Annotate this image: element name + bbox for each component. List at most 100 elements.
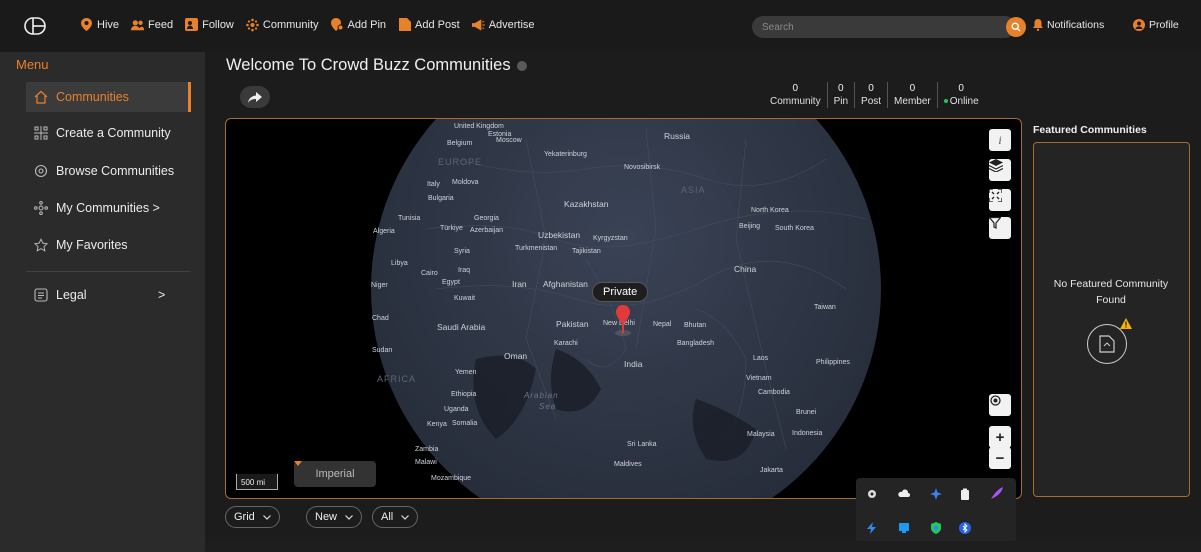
profile-link[interactable]: Profile bbox=[1133, 19, 1179, 31]
info-icon[interactable] bbox=[516, 60, 527, 71]
nav-community-label: Community bbox=[262, 18, 319, 31]
map-label: Kenya bbox=[427, 421, 447, 428]
notifications-link[interactable]: Notifications bbox=[1033, 19, 1104, 31]
lightning-tray-icon[interactable] bbox=[866, 522, 878, 534]
map-label: Nepal bbox=[653, 321, 672, 328]
online-status-icon bbox=[943, 99, 948, 104]
map-label: Karachi bbox=[554, 340, 578, 347]
bluetooth-tray-icon[interactable] bbox=[959, 522, 971, 534]
monitor-tray-icon[interactable] bbox=[898, 522, 910, 534]
plus-icon: + bbox=[995, 428, 1005, 446]
map-pin-marker[interactable] bbox=[615, 305, 631, 337]
sidebar-item-label: Create a Community bbox=[56, 126, 171, 140]
map-label: AFRICA bbox=[377, 374, 417, 384]
browse-icon bbox=[34, 164, 48, 178]
star-icon bbox=[34, 238, 48, 252]
type-select[interactable]: All bbox=[372, 506, 419, 528]
clipboard-tray-icon[interactable] bbox=[959, 488, 971, 500]
share-icon bbox=[248, 91, 262, 103]
map-label: ASIA bbox=[681, 185, 706, 195]
map-layers-button[interactable] bbox=[989, 159, 1011, 181]
nav-follow[interactable]: Follow bbox=[185, 18, 234, 31]
map-label: Vietnam bbox=[746, 375, 772, 382]
unit-select[interactable]: Imperial bbox=[294, 461, 376, 487]
nav-add-post[interactable]: Add Post bbox=[398, 18, 460, 31]
page-title-text: Welcome To Crowd Buzz Communities bbox=[226, 56, 511, 74]
add-post-icon bbox=[398, 18, 411, 31]
map-zoom-out-button[interactable]: − bbox=[989, 447, 1011, 469]
bottom-strip bbox=[205, 541, 1201, 552]
sidebar-item-my-communities[interactable]: My Communities > bbox=[26, 193, 191, 223]
map-locate-button[interactable] bbox=[989, 394, 1011, 416]
map-label: Afghanistan bbox=[543, 279, 588, 289]
sidebar-item-label: My Communities > bbox=[56, 201, 160, 215]
map-label: Saudi Arabia bbox=[437, 322, 486, 332]
map-label: Uzbekistan bbox=[538, 230, 581, 240]
share-button[interactable] bbox=[240, 86, 270, 108]
sidebar-item-label: Browse Communities bbox=[56, 164, 175, 178]
app-logo[interactable] bbox=[24, 17, 46, 35]
nav-add-pin[interactable]: Add Pin bbox=[331, 18, 386, 31]
stat-community: 0 Community bbox=[764, 82, 828, 108]
nav-feed-label: Feed bbox=[148, 18, 174, 31]
nav-community[interactable]: Community bbox=[246, 18, 319, 31]
search-button[interactable] bbox=[1006, 17, 1026, 37]
sort-select[interactable]: New bbox=[306, 506, 363, 528]
sidebar-title: Menu bbox=[16, 57, 49, 72]
map-label: China bbox=[734, 264, 757, 274]
nav-advertise[interactable]: Advertise bbox=[471, 18, 535, 31]
map-info-button[interactable]: i bbox=[989, 129, 1011, 151]
chevron-down-icon bbox=[401, 514, 410, 520]
sidebar-item-create-community[interactable]: Create a Community bbox=[26, 118, 191, 148]
sidebar: Menu Communities Create a Community Brow… bbox=[0, 52, 205, 552]
map-label: Belgium bbox=[447, 140, 473, 147]
map-zoom-in-button[interactable]: + bbox=[989, 426, 1011, 448]
sidebar-item-label: Communities bbox=[56, 90, 129, 104]
settings-tray-icon[interactable] bbox=[866, 488, 878, 500]
nav-advertise-label: Advertise bbox=[488, 18, 535, 31]
follow-icon bbox=[185, 18, 199, 31]
map-label: Azerbaijan bbox=[470, 227, 504, 234]
profile-label: Profile bbox=[1149, 19, 1179, 31]
sidebar-item-browse-communities[interactable]: Browse Communities bbox=[26, 156, 191, 186]
search-input[interactable] bbox=[752, 16, 1016, 38]
map-fullscreen-button[interactable] bbox=[989, 189, 1011, 211]
map-label: South Korea bbox=[775, 225, 814, 232]
main-nav: Hive Feed Follow Community Add Pin Add P… bbox=[80, 18, 535, 31]
nav-hive[interactable]: Hive bbox=[80, 18, 119, 31]
map-filter-button[interactable] bbox=[989, 217, 1011, 239]
map-label: Oman bbox=[504, 351, 528, 361]
bell-icon bbox=[1033, 19, 1043, 31]
minus-icon: − bbox=[995, 449, 1005, 467]
search-icon bbox=[1011, 22, 1021, 32]
cloud-tray-icon[interactable] bbox=[898, 488, 910, 500]
map-label: India bbox=[624, 359, 643, 369]
map-pin-icon bbox=[80, 18, 93, 31]
shield-tray-icon[interactable] bbox=[930, 522, 942, 534]
community-map[interactable]: United Kingdom Estonia Russia Belgium Moscow… bbox=[225, 118, 1022, 499]
sparkle-tray-icon[interactable] bbox=[930, 488, 942, 500]
map-scale: 500 mi bbox=[236, 474, 278, 490]
sidebar-item-legal[interactable]: Legal > bbox=[26, 280, 191, 310]
nav-feed[interactable]: Feed bbox=[131, 18, 173, 31]
page-title: Welcome To Crowd Buzz Communities bbox=[226, 56, 527, 75]
map-label: Moldova bbox=[452, 179, 479, 186]
my-communities-icon bbox=[34, 201, 48, 215]
chevron-down-icon bbox=[345, 514, 353, 520]
map-label: Chad bbox=[372, 315, 389, 322]
sidebar-item-communities[interactable]: Communities bbox=[26, 82, 191, 112]
map-label: Maldives bbox=[614, 461, 642, 468]
map-label: Mozambique bbox=[431, 475, 472, 482]
map-label: Iraq bbox=[458, 267, 471, 274]
map-label: EUROPE bbox=[438, 157, 483, 167]
sidebar-divider bbox=[26, 271, 191, 272]
nav-follow-label: Follow bbox=[202, 18, 234, 31]
empty-file-icon bbox=[1099, 335, 1115, 353]
stat-value: 0 bbox=[868, 83, 874, 94]
feather-tray-icon[interactable] bbox=[990, 486, 1004, 500]
map-label: Bulgaria bbox=[428, 195, 454, 202]
pin-privacy-label[interactable]: Private bbox=[592, 282, 649, 302]
sidebar-item-my-favorites[interactable]: My Favorites bbox=[26, 230, 191, 260]
map-label: Cairo bbox=[421, 270, 438, 277]
layout-select[interactable]: Grid bbox=[225, 506, 280, 528]
